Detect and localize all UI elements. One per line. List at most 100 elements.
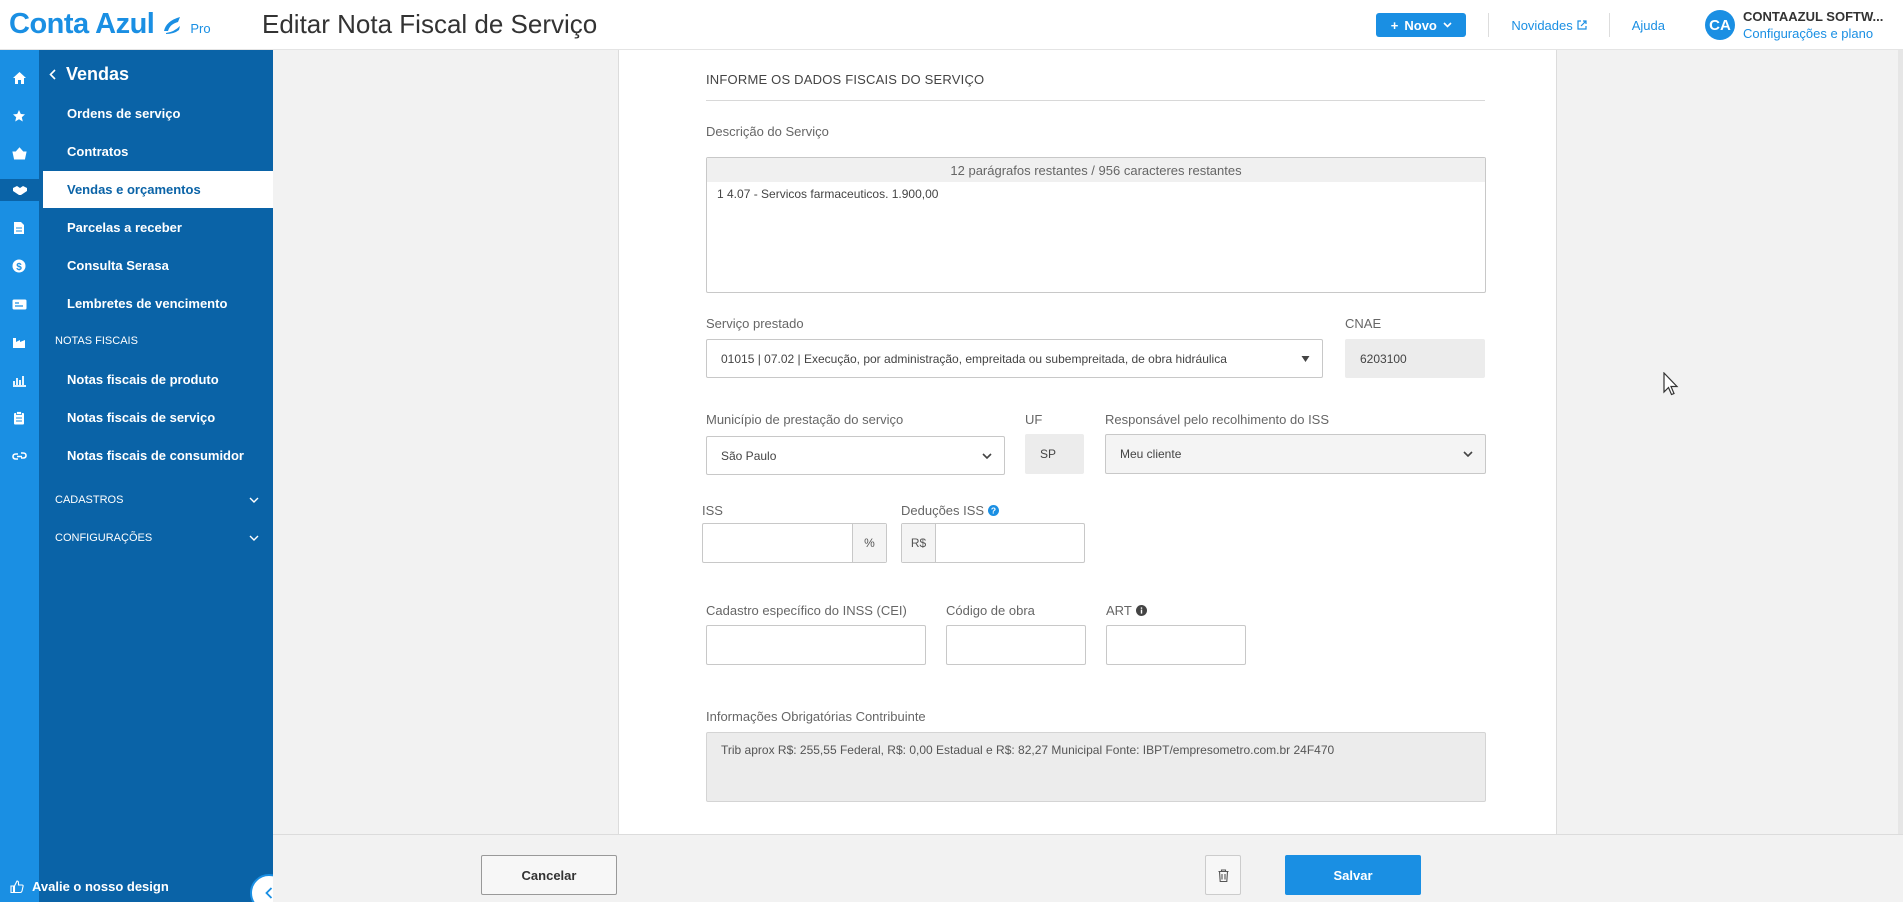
chevron-down-icon xyxy=(249,497,259,503)
basket-icon[interactable] xyxy=(8,142,30,164)
cancel-button[interactable]: Cancelar xyxy=(481,855,617,895)
iss-input-group: % xyxy=(702,523,887,563)
cei-label: Cadastro específico do INSS (CEI) xyxy=(706,603,907,618)
page-title: Editar Nota Fiscal de Serviço xyxy=(262,9,598,39)
divider xyxy=(1608,13,1610,37)
help-link-label: Ajuda xyxy=(1631,17,1665,33)
sidebar-section-configuracoes[interactable]: CONFIGURAÇÕES xyxy=(55,532,259,544)
descricao-textarea[interactable]: 12 parágrafos restantes / 956 caracteres… xyxy=(706,157,1486,293)
sidebar-section-notas: NOTAS FISCAIS xyxy=(55,335,138,347)
deducoes-label: Deduções ISS xyxy=(901,503,985,518)
responsavel-select[interactable]: Meu cliente xyxy=(1105,434,1486,474)
chart-icon[interactable] xyxy=(8,369,30,391)
logo[interactable]: Conta Azul Pro xyxy=(0,8,250,41)
descricao-counter: 12 parágrafos restantes / 956 caracteres… xyxy=(707,158,1485,182)
sidebar-item-nf-consumidor[interactable]: Notas fiscais de consumidor xyxy=(67,448,244,463)
handshake-icon[interactable] xyxy=(0,179,39,201)
logo-badge: Pro xyxy=(190,21,211,36)
deducoes-input-group: R$ xyxy=(901,523,1085,563)
document-icon[interactable] xyxy=(8,217,30,239)
logo-text: Conta Azul xyxy=(9,8,155,40)
dollar-icon[interactable]: $ xyxy=(8,255,30,277)
sidebar-section-cadastros[interactable]: CADASTROS xyxy=(55,494,259,506)
form-footer: Cancelar Salvar xyxy=(273,834,1903,902)
sidebar-item-lembretes[interactable]: Lembretes de vencimento xyxy=(67,296,227,311)
card-icon[interactable] xyxy=(8,293,30,315)
iss-unit: % xyxy=(852,524,886,562)
top-header: Conta Azul Pro Editar Nota Fiscal de Ser… xyxy=(0,0,1903,50)
logo-mark-icon xyxy=(164,17,181,34)
svg-text:?: ? xyxy=(991,506,996,516)
feedback-link[interactable]: Avalie o nosso design xyxy=(0,870,273,902)
thumbs-up-icon xyxy=(10,879,24,893)
avatar[interactable]: CA xyxy=(1705,10,1735,40)
info-icon[interactable] xyxy=(1135,605,1147,616)
descricao-label: Descrição do Serviço xyxy=(706,124,829,139)
account-plan-link[interactable]: Configurações e plano xyxy=(1743,25,1903,42)
sidebar-item-nf-produto[interactable]: Notas fiscais de produto xyxy=(67,372,219,387)
info-textarea: Trib aprox R$: 255,55 Federal, R$: 0,00 … xyxy=(706,732,1486,802)
chevron-left-icon xyxy=(265,887,273,899)
descricao-text[interactable]: 1 4.07 - Servicos farmaceuticos. 1.900,0… xyxy=(707,182,1485,206)
trash-icon xyxy=(1218,868,1228,882)
deducoes-input[interactable] xyxy=(936,524,1084,562)
uf-label: UF xyxy=(1025,412,1043,427)
clipboard-icon[interactable] xyxy=(8,407,30,429)
external-link-icon xyxy=(1577,20,1587,30)
cadastros-label: CADASTROS xyxy=(55,494,124,506)
responsavel-label: Responsável pelo recolhimento do ISS xyxy=(1105,412,1330,427)
sidebar-item-parcelas[interactable]: Parcelas a receber xyxy=(67,220,182,235)
municipio-value: São Paulo xyxy=(721,448,777,463)
plus-icon: + xyxy=(1390,17,1399,33)
sidebar-back-button[interactable]: Vendas xyxy=(49,64,129,85)
iss-label: ISS xyxy=(702,503,723,518)
responsavel-value: Meu cliente xyxy=(1120,447,1182,461)
divider xyxy=(1488,13,1490,37)
sidebar-item-vendas-orcamentos[interactable]: Vendas e orçamentos xyxy=(43,171,273,208)
cnae-field: 6203100 xyxy=(1345,339,1485,378)
help-link[interactable]: Ajuda xyxy=(1632,18,1665,33)
news-link[interactable]: Novidades xyxy=(1511,17,1587,33)
deducoes-currency: R$ xyxy=(902,524,936,562)
municipio-label: Município de prestação do serviço xyxy=(706,412,904,427)
divider xyxy=(706,100,1485,101)
chevron-left-icon xyxy=(49,69,56,80)
configuracoes-label: CONFIGURAÇÕES xyxy=(55,532,153,544)
sidebar-item-nf-servico[interactable]: Notas fiscais de serviço xyxy=(67,410,215,425)
sidebar: Vendas Ordens de serviço Contratos Venda… xyxy=(10,50,273,902)
caret-down-icon xyxy=(1301,355,1310,362)
chevron-down-icon xyxy=(1463,451,1473,457)
chevron-down-icon xyxy=(1443,22,1452,28)
factory-icon[interactable] xyxy=(8,331,30,353)
deducoes-label-group: Deduções ISS ? xyxy=(901,503,1000,518)
servico-label: Serviço prestado xyxy=(706,316,804,331)
star-icon[interactable] xyxy=(8,105,30,127)
sidebar-item-ordens[interactable]: Ordens de serviço xyxy=(67,106,180,121)
scrollbar[interactable] xyxy=(1898,50,1903,834)
svg-text:$: $ xyxy=(16,262,22,273)
art-label: ART xyxy=(1106,603,1132,618)
chevron-down-icon xyxy=(982,452,992,459)
help-icon[interactable]: ? xyxy=(988,505,1000,516)
cei-input[interactable] xyxy=(706,625,926,665)
sidebar-back-label: Vendas xyxy=(66,64,130,84)
sidebar-item-serasa[interactable]: Consulta Serasa xyxy=(67,258,169,273)
servico-value: 01015 | 07.02 | Execução, por administra… xyxy=(721,351,1227,366)
account-menu[interactable]: CONTAAZUL SOFTW... Configurações e plano xyxy=(1743,8,1903,42)
art-label-group: ART xyxy=(1106,603,1147,618)
delete-button[interactable] xyxy=(1205,855,1241,895)
save-button[interactable]: Salvar xyxy=(1285,855,1421,895)
new-button[interactable]: + Novo xyxy=(1376,13,1467,37)
obra-input[interactable] xyxy=(946,625,1086,665)
uf-field: SP xyxy=(1025,434,1084,474)
art-input[interactable] xyxy=(1106,625,1246,665)
link-icon[interactable] xyxy=(8,445,30,467)
sidebar-item-contratos[interactable]: Contratos xyxy=(67,144,128,159)
obra-label: Código de obra xyxy=(946,603,1035,618)
servico-select[interactable]: 01015 | 07.02 | Execução, por administra… xyxy=(706,339,1323,378)
news-link-label: Novidades xyxy=(1511,17,1573,33)
feedback-label: Avalie o nosso design xyxy=(32,878,169,894)
home-icon[interactable] xyxy=(8,67,30,89)
service-fiscal-form: INFORME OS DADOS FISCAIS DO SERVIÇO Desc… xyxy=(618,50,1557,834)
municipio-select[interactable]: São Paulo xyxy=(706,436,1005,475)
